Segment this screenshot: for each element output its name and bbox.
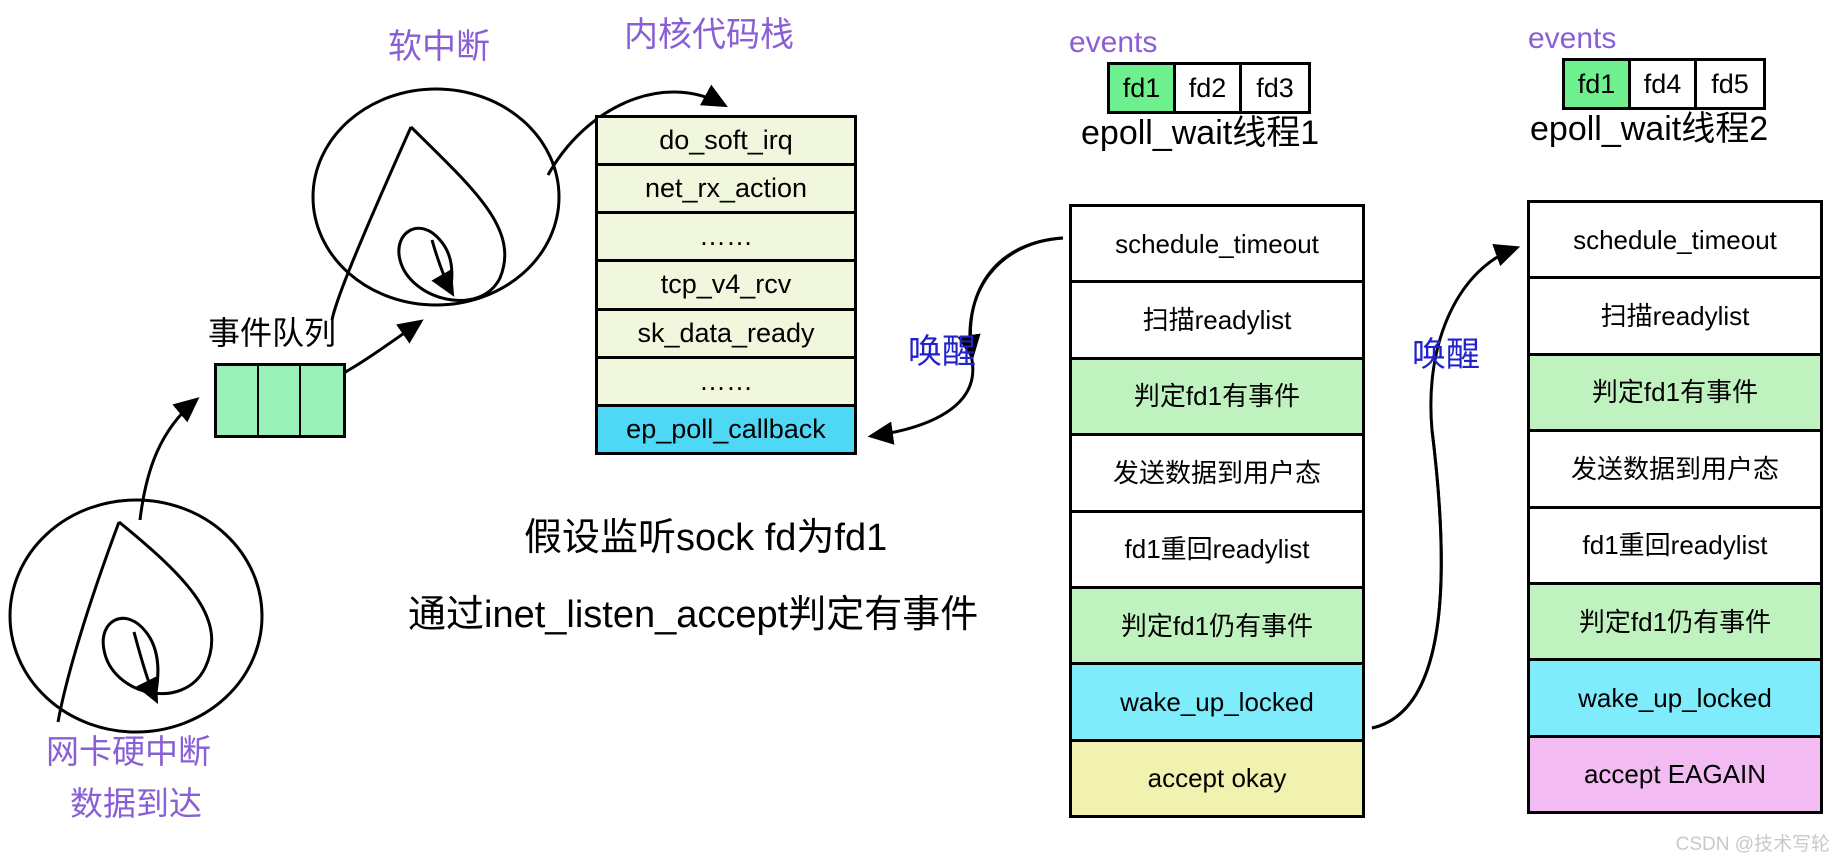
- kernel-stack-row: tcp_v4_rcv: [598, 262, 854, 311]
- thread2-row: 判定fd1有事件: [1530, 355, 1820, 433]
- kernel-stack-row: sk_data_ready: [598, 310, 854, 359]
- nic-hard-irq-label-line1: 网卡硬中断: [46, 733, 211, 770]
- events-thread2-cell: fd1: [1565, 61, 1631, 107]
- events-thread2-cell: fd5: [1697, 61, 1763, 107]
- thread2-row: accept EAGAIN: [1530, 737, 1820, 811]
- thread2-row: 扫描readylist: [1530, 279, 1820, 356]
- soft-irq-circle: [311, 87, 561, 321]
- events-label-thread2: events: [1528, 22, 1617, 55]
- kernel-stack-row: ……: [598, 214, 854, 263]
- events-label-thread1: events: [1069, 26, 1158, 59]
- thread1-row: schedule_timeout: [1072, 207, 1362, 284]
- thread2-title: epoll_wait线程2: [1530, 110, 1769, 148]
- thread1-row: accept okay: [1072, 741, 1362, 815]
- event-queue-cell: [259, 366, 301, 435]
- thread1-row: 判定fd1仍有事件: [1072, 588, 1362, 666]
- kernel-stack-row: ep_poll_callback: [598, 406, 854, 452]
- thread2-stack: schedule_timeout 扫描readylist 判定fd1有事件 发送数据到…: [1527, 200, 1823, 814]
- thread1-row: fd1重回readylist: [1072, 512, 1362, 589]
- csdn-watermark: CSDN @技术写轮: [1675, 834, 1830, 855]
- arrow-wakeup-thread2-tail: [1371, 429, 1443, 730]
- wakeup-label-1: 唤醒: [908, 333, 976, 371]
- events-thread1-cell: fd2: [1176, 65, 1242, 111]
- events-array-thread2: fd1 fd4 fd5: [1562, 58, 1766, 110]
- thread2-row: 发送数据到用户态: [1530, 432, 1820, 509]
- note-line-2: 通过inet_listen_accept判定有事件: [408, 594, 979, 636]
- thread2-row: fd1重回readylist: [1530, 508, 1820, 585]
- event-queue: [214, 363, 346, 438]
- thread1-stack: schedule_timeout 扫描readylist 判定fd1有事件 发送数据到…: [1069, 204, 1365, 818]
- events-thread1-cell: fd3: [1242, 65, 1308, 111]
- events-thread1-cell: fd1: [1110, 65, 1176, 111]
- kernel-stack-row: do_soft_irq: [598, 118, 854, 167]
- wakeup-label-2: 唤醒: [1412, 336, 1480, 374]
- kernel-code-stack: do_soft_irq net_rx_action…… tcp_v4_rcv sk_d…: [595, 115, 857, 455]
- kernel-stack-row: net_rx_action: [598, 166, 854, 215]
- thread2-row: 判定fd1仍有事件: [1530, 584, 1820, 662]
- nic-hard-irq-circle: [8, 498, 264, 734]
- kernel-stack-row: ……: [598, 358, 854, 407]
- thread2-row: wake_up_locked: [1530, 661, 1820, 738]
- thread1-title: epoll_wait线程1: [1081, 114, 1320, 152]
- soft-irq-label: 软中断: [388, 28, 490, 66]
- thread1-row: 扫描readylist: [1072, 283, 1362, 360]
- nic-hard-irq-label-line2: 数据到达: [70, 785, 202, 822]
- event-queue-cell: [217, 366, 259, 435]
- thread2-row: schedule_timeout: [1530, 203, 1820, 280]
- thread1-row: wake_up_locked: [1072, 665, 1362, 742]
- events-thread2-cell: fd4: [1631, 61, 1697, 107]
- thread1-row: 判定fd1有事件: [1072, 359, 1362, 437]
- kernel-code-stack-label: 内核代码栈: [624, 16, 794, 54]
- events-array-thread1: fd1 fd2 fd3: [1107, 62, 1311, 114]
- note-line-1: 假设监听sock fd为fd1: [524, 517, 888, 559]
- thread1-row: 发送数据到用户态: [1072, 436, 1362, 513]
- arrow-wakeup-thread1-tail: [957, 236, 1064, 361]
- event-queue-cell: [301, 366, 343, 435]
- arrow-wakeup-thread2: [1371, 244, 1521, 730]
- event-queue-label: 事件队列: [208, 315, 337, 351]
